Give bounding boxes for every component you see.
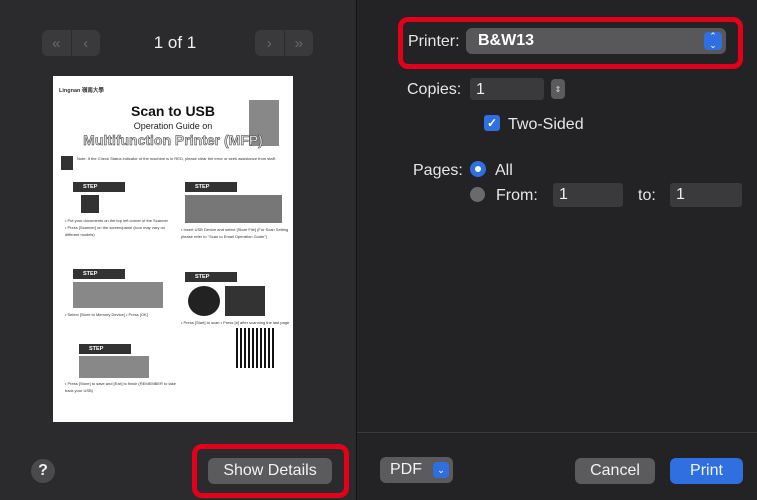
copies-input[interactable]: 1 xyxy=(470,78,544,100)
pages-from-radio[interactable] xyxy=(470,187,485,202)
page-preview: Lingnan 嶺南大學 Scan to USB Operation Guide… xyxy=(53,76,293,422)
cancel-button[interactable]: Cancel xyxy=(575,458,655,484)
pdf-label: PDF xyxy=(390,461,422,478)
two-sided-checkbox[interactable]: ✓ xyxy=(484,115,500,131)
from-value: 1 xyxy=(559,186,568,203)
chevron-down-icon: ⌄ xyxy=(433,462,449,478)
next-page-icon[interactable]: › xyxy=(255,30,284,56)
footer-divider xyxy=(357,432,757,433)
doc-note: Note: If the Check Status indicator of t… xyxy=(77,156,276,161)
from-input[interactable]: 1 xyxy=(553,183,623,207)
settings-pane xyxy=(357,0,757,500)
pages-to-label: to: xyxy=(638,187,656,204)
pane-divider xyxy=(356,0,357,500)
help-button[interactable]: ? xyxy=(31,459,55,483)
qr-code xyxy=(236,328,276,368)
prev-page-buttons[interactable]: « ‹ xyxy=(42,30,100,56)
step3-header: STEP xyxy=(73,269,125,279)
page-indicator: 1 of 1 xyxy=(153,33,197,52)
copies-label: Copies: xyxy=(407,81,462,98)
to-input[interactable]: 1 xyxy=(670,183,742,207)
two-sided-label: Two-Sided xyxy=(508,116,584,133)
step3-image xyxy=(73,282,163,308)
step2-text: • Insert USB Device and select [Store Fi… xyxy=(181,227,289,239)
step3-text: • Select [Store to Memory Device] • Pres… xyxy=(65,312,148,317)
doc-subtitle: Operation Guide on xyxy=(133,121,213,131)
step1-text: • Put your documents on the top left cor… xyxy=(65,218,169,237)
pages-label: Pages: xyxy=(413,162,463,179)
pages-all-label: All xyxy=(495,162,513,179)
step1-header: STEP xyxy=(73,182,125,192)
step1-image xyxy=(81,195,99,213)
first-page-icon[interactable]: « xyxy=(42,30,71,56)
print-button[interactable]: Print xyxy=(670,458,743,484)
doc-title2: Multifunction Printer (MFP) xyxy=(83,132,263,149)
note-icon xyxy=(61,156,73,170)
keypad-image xyxy=(225,286,265,316)
step4-image xyxy=(188,286,220,316)
step5-text: • Press [Store] to save and [Exit] to fi… xyxy=(65,381,176,393)
doc-header: Lingnan 嶺南大學 xyxy=(59,88,104,94)
pages-from-label: From: xyxy=(496,187,538,204)
copies-stepper[interactable]: ⇕ xyxy=(551,79,565,99)
step4-text: • Press [Start] to scan • Press [#] afte… xyxy=(181,320,290,325)
prev-page-icon[interactable]: ‹ xyxy=(70,30,101,56)
step2-header: STEP xyxy=(185,182,237,192)
copies-value: 1 xyxy=(476,81,485,98)
step5-header: STEP xyxy=(79,344,131,354)
doc-title: Scan to USB xyxy=(130,103,215,119)
last-page-icon[interactable]: » xyxy=(283,30,314,56)
printer-highlight xyxy=(398,17,743,69)
pages-all-radio[interactable] xyxy=(470,161,486,177)
step5-image xyxy=(79,356,149,378)
step2-image xyxy=(185,195,282,223)
next-page-buttons[interactable]: › » xyxy=(255,30,313,56)
pdf-menu-button[interactable]: PDF ⌄ xyxy=(380,457,453,483)
to-value: 1 xyxy=(676,186,685,203)
show-details-highlight xyxy=(192,444,349,498)
step4-header: STEP xyxy=(185,272,237,282)
